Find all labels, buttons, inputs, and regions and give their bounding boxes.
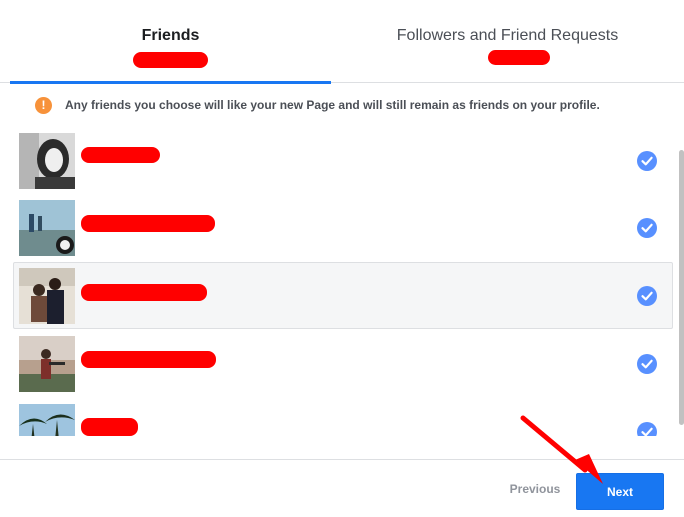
selected-check-icon[interactable] — [637, 218, 657, 238]
avatar — [19, 336, 75, 392]
redaction-mark — [488, 50, 550, 65]
selected-check-icon[interactable] — [637, 286, 657, 306]
avatar — [19, 404, 75, 436]
redaction-mark — [81, 418, 138, 436]
friends-list[interactable] — [0, 124, 684, 436]
info-icon: ! — [35, 96, 52, 114]
tab-followers-label: Followers and Friend Requests — [396, 27, 619, 44]
avatar — [19, 268, 75, 324]
tab-friends-label: Friends — [141, 27, 200, 44]
redaction-mark — [81, 351, 216, 368]
avatar — [19, 133, 75, 189]
selected-check-icon[interactable] — [637, 151, 657, 171]
list-scrollbar[interactable] — [679, 150, 684, 425]
tab-friends[interactable]: Friends — [10, 0, 331, 84]
tab-followers-and-friend-requests[interactable]: Followers and Friend Requests — [331, 0, 684, 83]
notice-text: Any friends you choose will like your ne… — [65, 98, 600, 112]
redaction-mark — [133, 52, 208, 68]
selected-check-icon[interactable] — [637, 422, 657, 436]
annotation-arrow-icon — [520, 415, 603, 484]
redaction-mark — [81, 284, 207, 301]
avatar — [19, 200, 75, 256]
redaction-mark — [81, 215, 215, 232]
active-tab-indicator — [10, 81, 331, 84]
redaction-mark — [81, 147, 160, 163]
tab-bar: Friends Followers and Friend Requests — [0, 0, 684, 84]
info-notice: ! Any friends you choose will like your … — [35, 96, 600, 114]
selected-check-icon[interactable] — [637, 354, 657, 374]
